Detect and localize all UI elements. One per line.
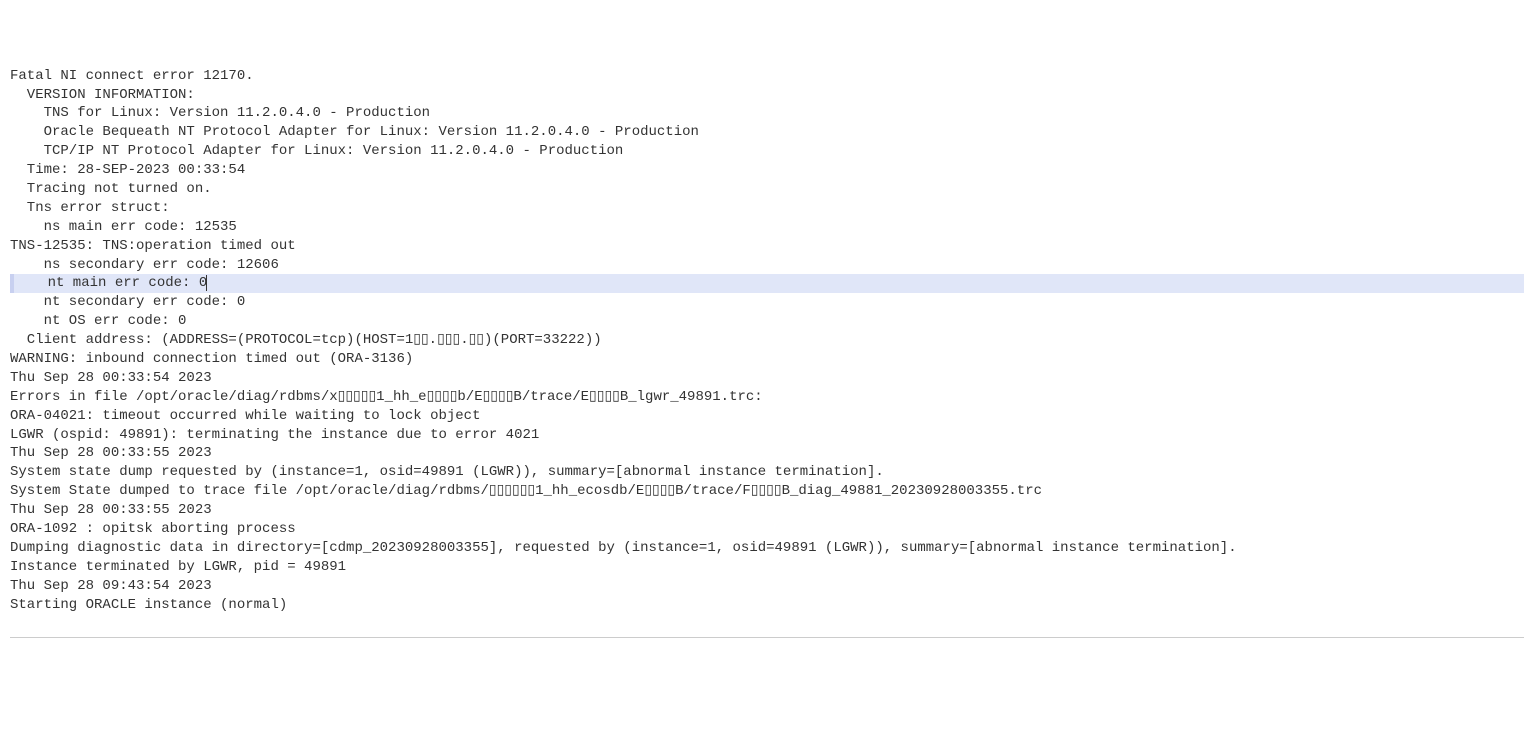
- log-line: WARNING: inbound connection timed out (O…: [10, 350, 1524, 369]
- log-line: Thu Sep 28 00:33:54 2023: [10, 369, 1524, 388]
- text-cursor: [206, 275, 207, 291]
- log-line: Instance terminated by LGWR, pid = 49891: [10, 558, 1524, 577]
- log-line: Thu Sep 28 09:43:54 2023: [10, 577, 1524, 596]
- log-line: Dumping diagnostic data in directory=[cd…: [10, 539, 1524, 558]
- log-line: Tns error struct:: [10, 199, 1524, 218]
- log-output: Fatal NI connect error 12170. VERSION IN…: [10, 67, 1524, 615]
- log-line: TCP/IP NT Protocol Adapter for Linux: Ve…: [10, 142, 1524, 161]
- log-line: Errors in file /opt/oracle/diag/rdbms/x▯…: [10, 388, 1524, 407]
- log-line: Client address: (ADDRESS=(PROTOCOL=tcp)(…: [10, 331, 1524, 350]
- separator-line: [10, 637, 1524, 638]
- log-line: ns secondary err code: 12606: [10, 256, 1524, 275]
- log-line: TNS-12535: TNS:operation timed out: [10, 237, 1524, 256]
- log-line: TNS for Linux: Version 11.2.0.4.0 - Prod…: [10, 104, 1524, 123]
- log-line: Oracle Bequeath NT Protocol Adapter for …: [10, 123, 1524, 142]
- log-line: Time: 28-SEP-2023 00:33:54: [10, 161, 1524, 180]
- log-line: System State dumped to trace file /opt/o…: [10, 482, 1524, 501]
- log-line: Thu Sep 28 00:33:55 2023: [10, 444, 1524, 463]
- log-line: Starting ORACLE instance (normal): [10, 596, 1524, 615]
- log-line: nt secondary err code: 0: [10, 293, 1524, 312]
- log-line: VERSION INFORMATION:: [10, 86, 1524, 105]
- log-line: System state dump requested by (instance…: [10, 463, 1524, 482]
- log-line: nt OS err code: 0: [10, 312, 1524, 331]
- log-line: ORA-04021: timeout occurred while waitin…: [10, 407, 1524, 426]
- log-line: Thu Sep 28 00:33:55 2023: [10, 501, 1524, 520]
- log-line: ORA-1092 : opitsk aborting process: [10, 520, 1524, 539]
- log-line: Tracing not turned on.: [10, 180, 1524, 199]
- log-line: Fatal NI connect error 12170.: [10, 67, 1524, 86]
- log-line: nt main err code: 0: [10, 274, 1524, 293]
- log-line: ns main err code: 12535: [10, 218, 1524, 237]
- log-line: LGWR (ospid: 49891): terminating the ins…: [10, 426, 1524, 445]
